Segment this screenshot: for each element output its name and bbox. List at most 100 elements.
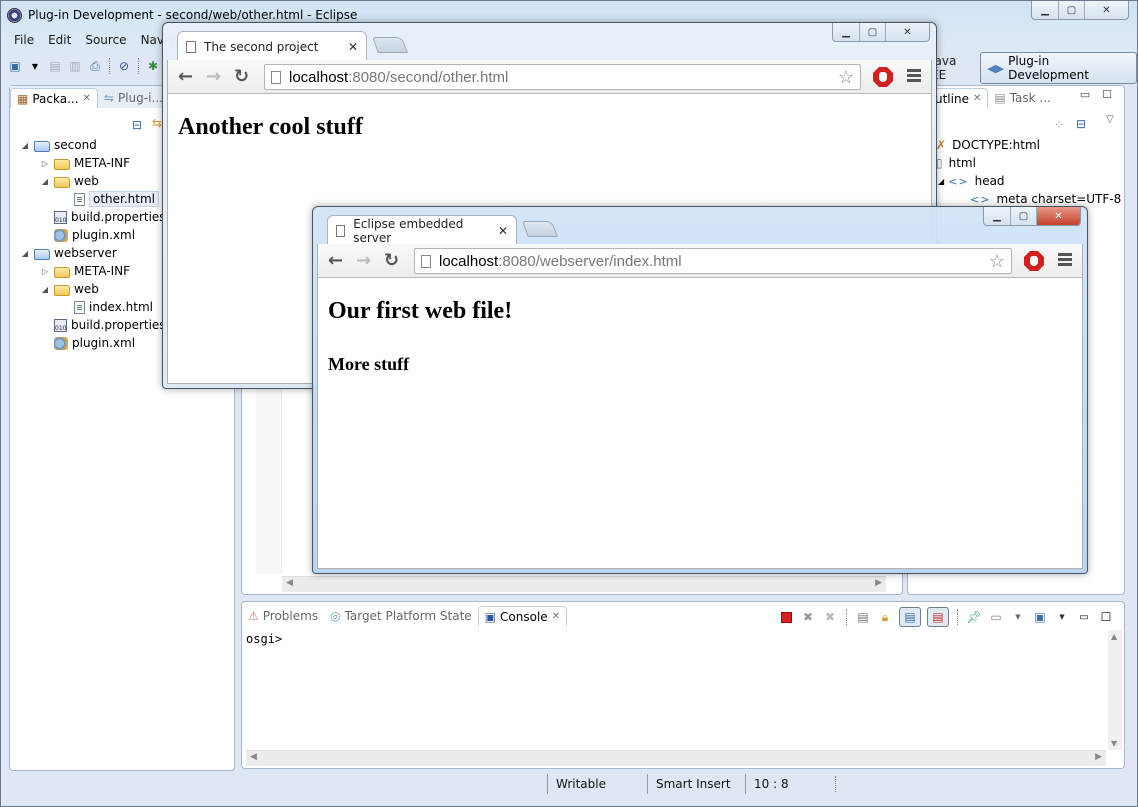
pin-console-icon[interactable]: 📌︎ [966,609,982,625]
console-horizontal-scrollbar[interactable]: ◀ ▶ [246,750,1106,766]
minimize-view-icon[interactable]: ▭ [1076,609,1092,625]
close-button[interactable]: ✕ [1036,207,1080,225]
tab-problems[interactable]: ⚠ Problems [242,606,324,626]
bookmark-star-icon[interactable]: ☆ [838,67,854,88]
adblock-extension-icon[interactable] [1024,251,1044,271]
new-tab-button[interactable] [372,37,408,53]
view-menu-icon[interactable]: ▽ [1106,114,1114,125]
browser-tab[interactable]: Eclipse embedded server ✕ [327,215,517,245]
save-all-icon[interactable]: ▥ [67,58,83,74]
display-console-dropdown-icon[interactable]: ▼ [1010,609,1026,625]
tab-target-platform-state[interactable]: ◎ Target Platform State [324,606,478,626]
expanded-twisty-icon[interactable]: ◢ [20,141,30,150]
save-icon[interactable]: ▤ [47,58,63,74]
bookmark-star-icon[interactable]: ☆ [989,251,1005,272]
remove-all-launches-icon[interactable]: ✖ [822,609,838,625]
collapse-all-icon[interactable]: ⊟ [132,118,142,132]
tab-plugins[interactable]: ⇋ Plug-i... [98,88,169,108]
tree-item-label: META-INF [74,264,131,278]
tab-tasks[interactable]: ▤ Task ... [988,88,1057,108]
perspective-java-ee[interactable]: Java EE [931,54,974,82]
collapsed-twisty-icon[interactable]: ▷ [40,159,50,168]
back-icon[interactable]: ← [328,250,343,272]
address-bar[interactable]: localhost:8080/second/other.html ☆ [264,64,861,90]
print-icon[interactable]: ⎙ [87,58,103,74]
tab-console[interactable]: ▣ Console ✕ [477,606,568,626]
maximize-button[interactable]: ▢ [859,23,885,41]
show-console-on-stdout-icon[interactable]: ▤ [899,607,921,627]
expanded-twisty-icon[interactable]: ◢ [40,285,50,294]
filter-icon[interactable]: ⁘ [1054,118,1064,132]
scroll-left-icon[interactable]: ◀ [250,752,257,762]
reload-icon[interactable]: ↻ [234,66,249,88]
close-tab-icon[interactable]: ✕ [498,224,508,238]
skip-breakpoints-icon[interactable]: ⊘ [116,58,132,74]
browser-tab[interactable]: The second project ✕ [177,31,367,61]
console-output[interactable]: osgi> [246,632,282,646]
url-host: localhost [289,68,349,86]
maximize-button[interactable]: ▢ [1010,207,1036,225]
debug-icon[interactable]: ✱ [145,58,161,74]
minimize-button[interactable]: ▁ [984,207,1010,225]
adblock-extension-icon[interactable] [873,67,893,87]
tab-label: Target Platform State [344,609,472,623]
open-console-icon[interactable]: ▣ [1032,609,1048,625]
close-button[interactable]: ✕ [885,23,929,41]
address-bar[interactable]: localhost:8080/webserver/index.html ☆ [414,248,1012,274]
close-tab-icon[interactable]: ✕ [348,40,358,54]
back-icon[interactable]: ← [178,66,193,88]
maximize-button[interactable]: ▢ [1058,1,1084,19]
minimize-button[interactable]: ▁ [1032,1,1058,19]
close-button[interactable]: ✕ [1084,1,1128,19]
tab-package-explorer[interactable]: ▦ Packa... ✕ [10,88,98,108]
dropdown-arrow-icon[interactable]: ▼ [27,58,43,74]
forward-icon[interactable]: → [356,250,371,272]
close-tab-icon[interactable]: ✕ [973,93,981,104]
scroll-lock-icon[interactable]: 🔒︎ [877,609,893,625]
expanded-twisty-icon[interactable]: ◢ [938,177,944,186]
collapsed-twisty-icon[interactable]: ▷ [40,267,50,276]
maximize-view-icon[interactable]: ☐ [1102,88,1112,101]
new-wizard-icon[interactable]: ▣ [7,58,23,74]
status-bar: Writable Smart Insert 10 : 8 [547,773,836,795]
new-tab-button[interactable] [522,221,558,237]
clear-console-icon[interactable]: ▤ [855,609,871,625]
chrome-menu-icon[interactable] [907,69,921,83]
terminate-icon[interactable] [778,609,794,625]
close-tab-icon[interactable]: ✕ [83,93,91,104]
tab-outline[interactable]: utline ✕ [928,88,989,108]
outline-item[interactable]: ▯ html [908,154,1124,172]
scroll-up-icon[interactable]: ▲ [1111,632,1117,641]
link-with-editor-icon[interactable]: ⇆ [152,116,162,130]
show-console-on-stderr-icon[interactable]: ▤ [927,607,949,627]
expanded-twisty-icon[interactable]: ◢ [20,249,30,258]
display-console-icon[interactable]: ▭ [988,609,1004,625]
open-console-dropdown-icon[interactable]: ▼ [1054,609,1070,625]
toolbar-separator [957,609,958,625]
console-vertical-scrollbar[interactable]: ▲ ▼ [1108,630,1122,750]
maximize-view-icon[interactable]: ☐ [1098,609,1114,625]
outline-item[interactable]: ◢ <> head [908,172,1124,190]
outline-item[interactable]: ✗ DOCTYPE:html [908,136,1124,154]
scroll-right-icon[interactable]: ▶ [1095,752,1102,762]
remove-launch-icon[interactable]: ✖ [800,609,816,625]
perspective-plugin-development[interactable]: ◀▶ Plug-in Development [980,52,1137,84]
minimize-view-icon[interactable]: ▭ [1080,88,1090,101]
chrome-menu-icon[interactable] [1058,253,1072,267]
menu-source[interactable]: Source [78,31,133,49]
editor-horizontal-scrollbar[interactable]: ◀ ▶ [282,576,886,592]
scroll-left-icon[interactable]: ◀ [286,578,293,588]
page-heading: Our first web file! [328,298,513,324]
url-path: :8080/second/other.html [348,68,509,86]
scroll-down-icon[interactable]: ▼ [1111,739,1117,748]
menu-edit[interactable]: Edit [41,31,78,49]
minimize-button[interactable]: ▁ [833,23,859,41]
menu-file[interactable]: File [7,31,41,49]
scroll-right-icon[interactable]: ▶ [875,578,882,588]
tab-label: Task ... [1009,91,1051,105]
forward-icon[interactable]: → [206,66,221,88]
close-tab-icon[interactable]: ✕ [552,611,560,622]
reload-icon[interactable]: ↻ [384,250,399,272]
expanded-twisty-icon[interactable]: ◢ [40,177,50,186]
collapse-all-icon[interactable]: ⊟ [1076,117,1086,131]
